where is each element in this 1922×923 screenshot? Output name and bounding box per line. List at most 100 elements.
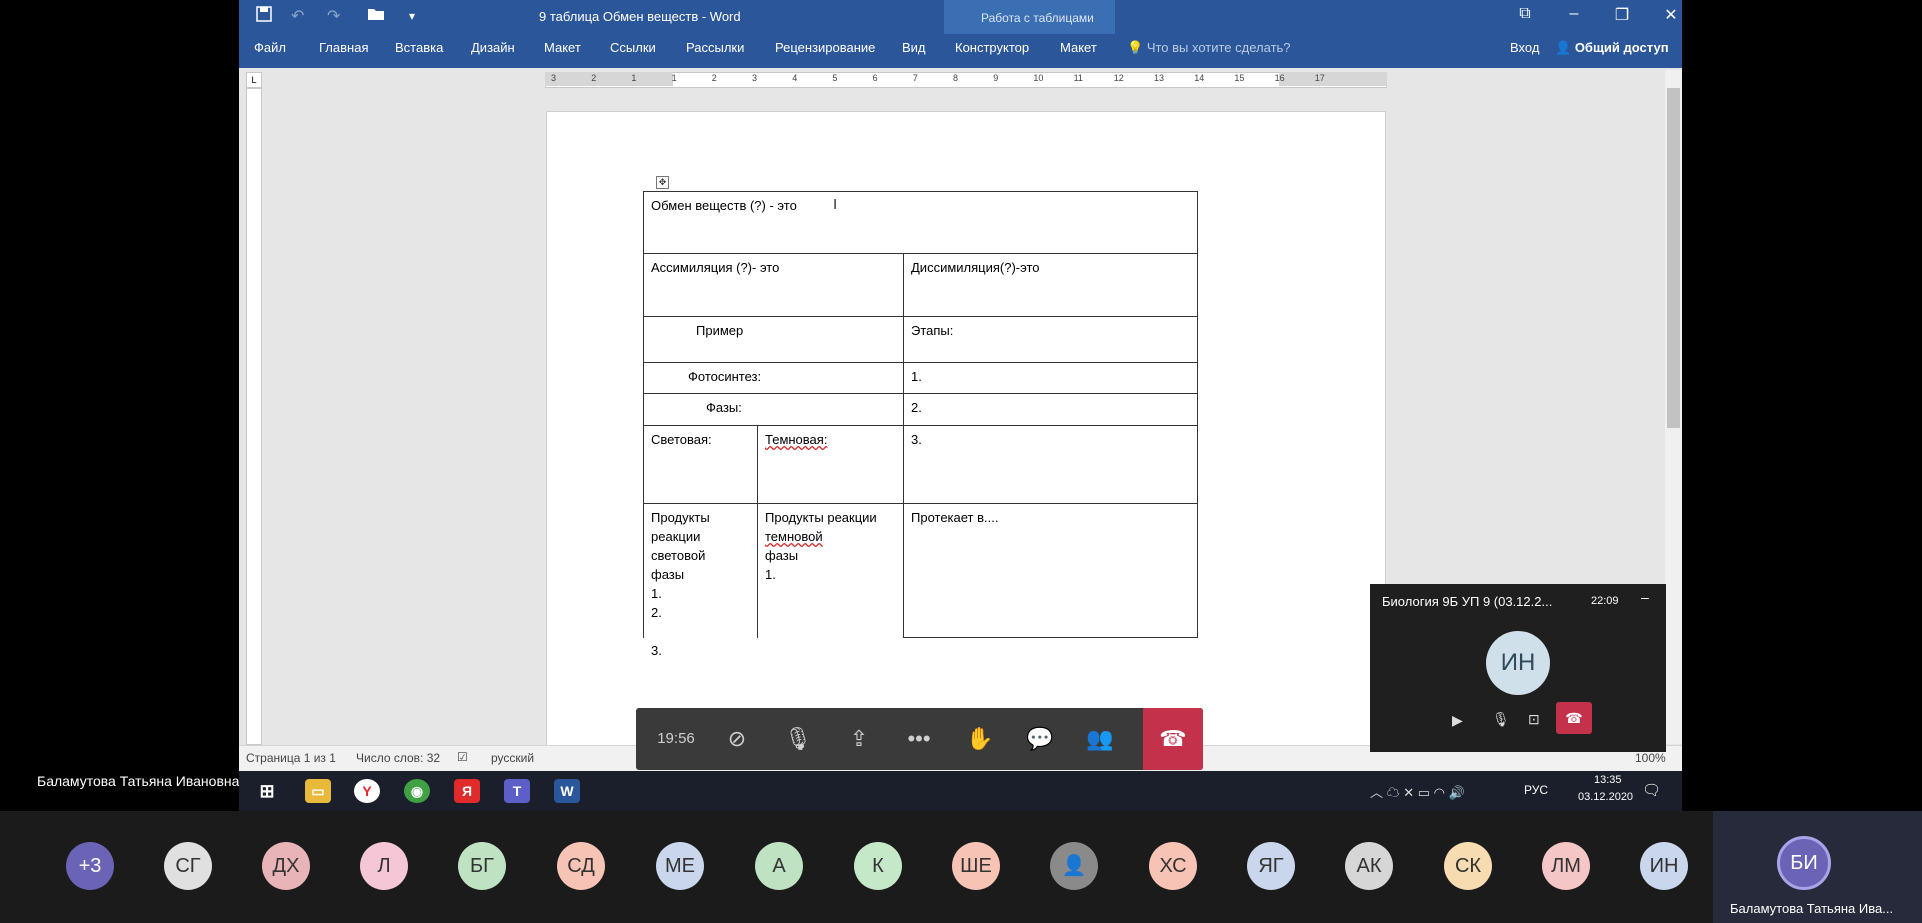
- scrollbar-thumb[interactable]: [1667, 88, 1680, 428]
- language-indicator[interactable]: русский: [491, 751, 534, 765]
- save-icon[interactable]: [256, 6, 272, 27]
- table-cell-photosynthesis[interactable]: Фотосинтез:: [643, 362, 904, 394]
- cell-blank-line: [651, 622, 750, 641]
- lightbulb-icon: 💡: [1127, 40, 1144, 55]
- yandex-browser-icon[interactable]: Y: [354, 779, 380, 803]
- cell-line: Продукты реакции: [765, 510, 877, 525]
- table-cell-occurs-in[interactable]: Протекает в....: [903, 503, 1198, 638]
- table-cell-assimilation[interactable]: Ассимиляция (?)- это: [643, 253, 904, 317]
- input-language[interactable]: РУС: [1524, 783, 1548, 797]
- table-cell-stages[interactable]: Этапы:: [903, 316, 1198, 363]
- mini-mic-icon[interactable]: 🎙: [1492, 711, 1510, 728]
- page-count[interactable]: Страница 1 из 1: [246, 751, 336, 765]
- tab-design[interactable]: Дизайн: [471, 40, 515, 55]
- proofing-icon[interactable]: ☑: [457, 750, 468, 764]
- participant-avatar[interactable]: ХС: [1149, 842, 1197, 890]
- participant-avatar[interactable]: СК: [1444, 842, 1492, 890]
- chrome-icon[interactable]: ◉: [404, 779, 430, 803]
- participant-avatar[interactable]: СГ: [164, 842, 212, 890]
- ribbon-display-icon[interactable]: ⧉: [1510, 5, 1540, 23]
- tab-review[interactable]: Рецензирование: [775, 40, 875, 55]
- sign-in-link[interactable]: Вход: [1510, 40, 1539, 55]
- self-avatar: БИ: [1777, 836, 1831, 890]
- participant-avatar[interactable]: ЛМ: [1542, 842, 1590, 890]
- participant-avatar[interactable]: МЕ: [656, 842, 704, 890]
- mic-muted-icon[interactable]: 🎙: [768, 708, 828, 770]
- hang-up-icon[interactable]: ☎: [1143, 708, 1203, 770]
- document-page[interactable]: ✥ Обмен веществ (?) - это Ассимиляция (?…: [546, 111, 1386, 748]
- start-windows-icon[interactable]: ⊞: [254, 779, 280, 803]
- more-participants-badge[interactable]: +3: [66, 842, 114, 890]
- table-cell-light-phase[interactable]: Световая:: [643, 425, 758, 504]
- table-cell-light-products[interactable]: Продукты реакции световой фазы 1. 2. 3.: [643, 503, 758, 658]
- participant-avatar-person-icon[interactable]: 👤: [1050, 842, 1098, 890]
- tab-layout[interactable]: Макет: [544, 40, 581, 55]
- file-explorer-icon[interactable]: ▭: [305, 779, 331, 803]
- minimize-button[interactable]: –: [1559, 5, 1589, 23]
- self-tile[interactable]: БИ Баламутова Татьяна Ива...: [1713, 811, 1922, 923]
- clock-date[interactable]: 03.12.2020: [1578, 791, 1633, 803]
- table-cell-stage-2[interactable]: 2.: [903, 393, 1198, 426]
- mini-minimize-button[interactable]: –: [1641, 589, 1649, 605]
- table-cell-phases[interactable]: Фазы:: [643, 393, 904, 426]
- tab-selector[interactable]: L: [246, 72, 262, 88]
- notifications-icon[interactable]: 🗨: [1642, 781, 1661, 799]
- tell-me-box[interactable]: 💡 Что вы хотите сделать?: [1127, 40, 1291, 56]
- restore-button[interactable]: ❐: [1607, 5, 1637, 25]
- yandex-icon[interactable]: Я: [454, 779, 480, 803]
- table-cell-dark-phase[interactable]: Темновая:: [757, 425, 904, 504]
- teams-icon[interactable]: T: [504, 779, 530, 803]
- vertical-ruler[interactable]: [246, 88, 262, 745]
- table-cell-dissimilation[interactable]: Диссимиляция(?)-это: [903, 253, 1198, 317]
- table-move-handle-icon[interactable]: ✥: [656, 176, 669, 189]
- ruler-numbers: 3 2 1 1 2 3 4 5 6 7 8 9 10 11 12 13 14 15 16 17: [545, 72, 1387, 86]
- tab-mailings[interactable]: Рассылки: [686, 40, 744, 55]
- mini-call-window[interactable]: Биология 9Б УП 9 (03.12.2... 22:09 – ИН …: [1370, 584, 1666, 752]
- customize-qat-icon[interactable]: ▾: [409, 9, 415, 23]
- participant-avatar[interactable]: АК: [1345, 842, 1393, 890]
- mini-share-icon[interactable]: ⊡: [1528, 711, 1540, 728]
- cell-text: Ассимиляция (?)- это: [651, 260, 780, 275]
- open-folder-icon[interactable]: [367, 6, 385, 26]
- redo-icon[interactable]: ↷: [327, 6, 340, 26]
- table-cell-stage-3[interactable]: 3.: [903, 425, 1198, 504]
- tab-references[interactable]: Ссылки: [610, 40, 656, 55]
- chat-icon[interactable]: 💬: [1010, 708, 1070, 770]
- clock-time[interactable]: 13:35: [1594, 774, 1622, 786]
- participant-avatar[interactable]: ЯГ: [1247, 842, 1295, 890]
- participant-avatar[interactable]: СД: [557, 842, 605, 890]
- tab-view[interactable]: Вид: [902, 40, 926, 55]
- table-cell-dark-products[interactable]: Продукты реакции темновой фазы 1.: [757, 503, 904, 638]
- close-button[interactable]: ✕: [1656, 5, 1686, 25]
- more-actions-icon[interactable]: •••: [889, 708, 949, 770]
- ruler-number: 8: [953, 73, 959, 83]
- table-cell-example[interactable]: Пример: [643, 316, 904, 363]
- participant-avatar[interactable]: ШЕ: [952, 842, 1000, 890]
- tab-table-layout[interactable]: Макет: [1060, 40, 1097, 55]
- tab-insert[interactable]: Вставка: [395, 40, 443, 55]
- zoom-level[interactable]: 100%: [1635, 751, 1666, 765]
- participant-avatar[interactable]: Л: [360, 842, 408, 890]
- share-button[interactable]: 👤 Общий доступ: [1555, 40, 1669, 56]
- participant-avatar[interactable]: БГ: [458, 842, 506, 890]
- word-icon[interactable]: W: [554, 779, 580, 803]
- word-count[interactable]: Число слов: 32: [356, 751, 440, 765]
- participant-avatar[interactable]: ДХ: [262, 842, 310, 890]
- participant-avatar[interactable]: ИН: [1640, 842, 1688, 890]
- mini-camera-icon[interactable]: ▶: [1452, 712, 1463, 729]
- camera-off-icon[interactable]: ⊘: [707, 708, 767, 770]
- tab-table-design[interactable]: Конструктор: [955, 40, 1029, 55]
- mini-hang-up-icon[interactable]: ☎: [1556, 702, 1592, 734]
- cell-line: 3.: [651, 643, 662, 658]
- undo-icon[interactable]: ↶: [291, 6, 304, 26]
- tab-home[interactable]: Главная: [319, 40, 368, 55]
- participant-avatar[interactable]: А: [755, 842, 803, 890]
- participant-avatar[interactable]: К: [854, 842, 902, 890]
- table-cell-metabolism[interactable]: Обмен веществ (?) - это: [643, 191, 1198, 254]
- table-cell-stage-1[interactable]: 1.: [903, 362, 1198, 394]
- share-screen-icon[interactable]: ⇪: [829, 708, 889, 770]
- raise-hand-icon[interactable]: ✋: [950, 708, 1010, 770]
- tab-file[interactable]: Файл: [254, 40, 286, 55]
- tray-icons[interactable]: ︿ ☁ ✕ ▭ ◠ 🔊: [1370, 782, 1465, 801]
- participants-icon[interactable]: 👥: [1070, 708, 1130, 770]
